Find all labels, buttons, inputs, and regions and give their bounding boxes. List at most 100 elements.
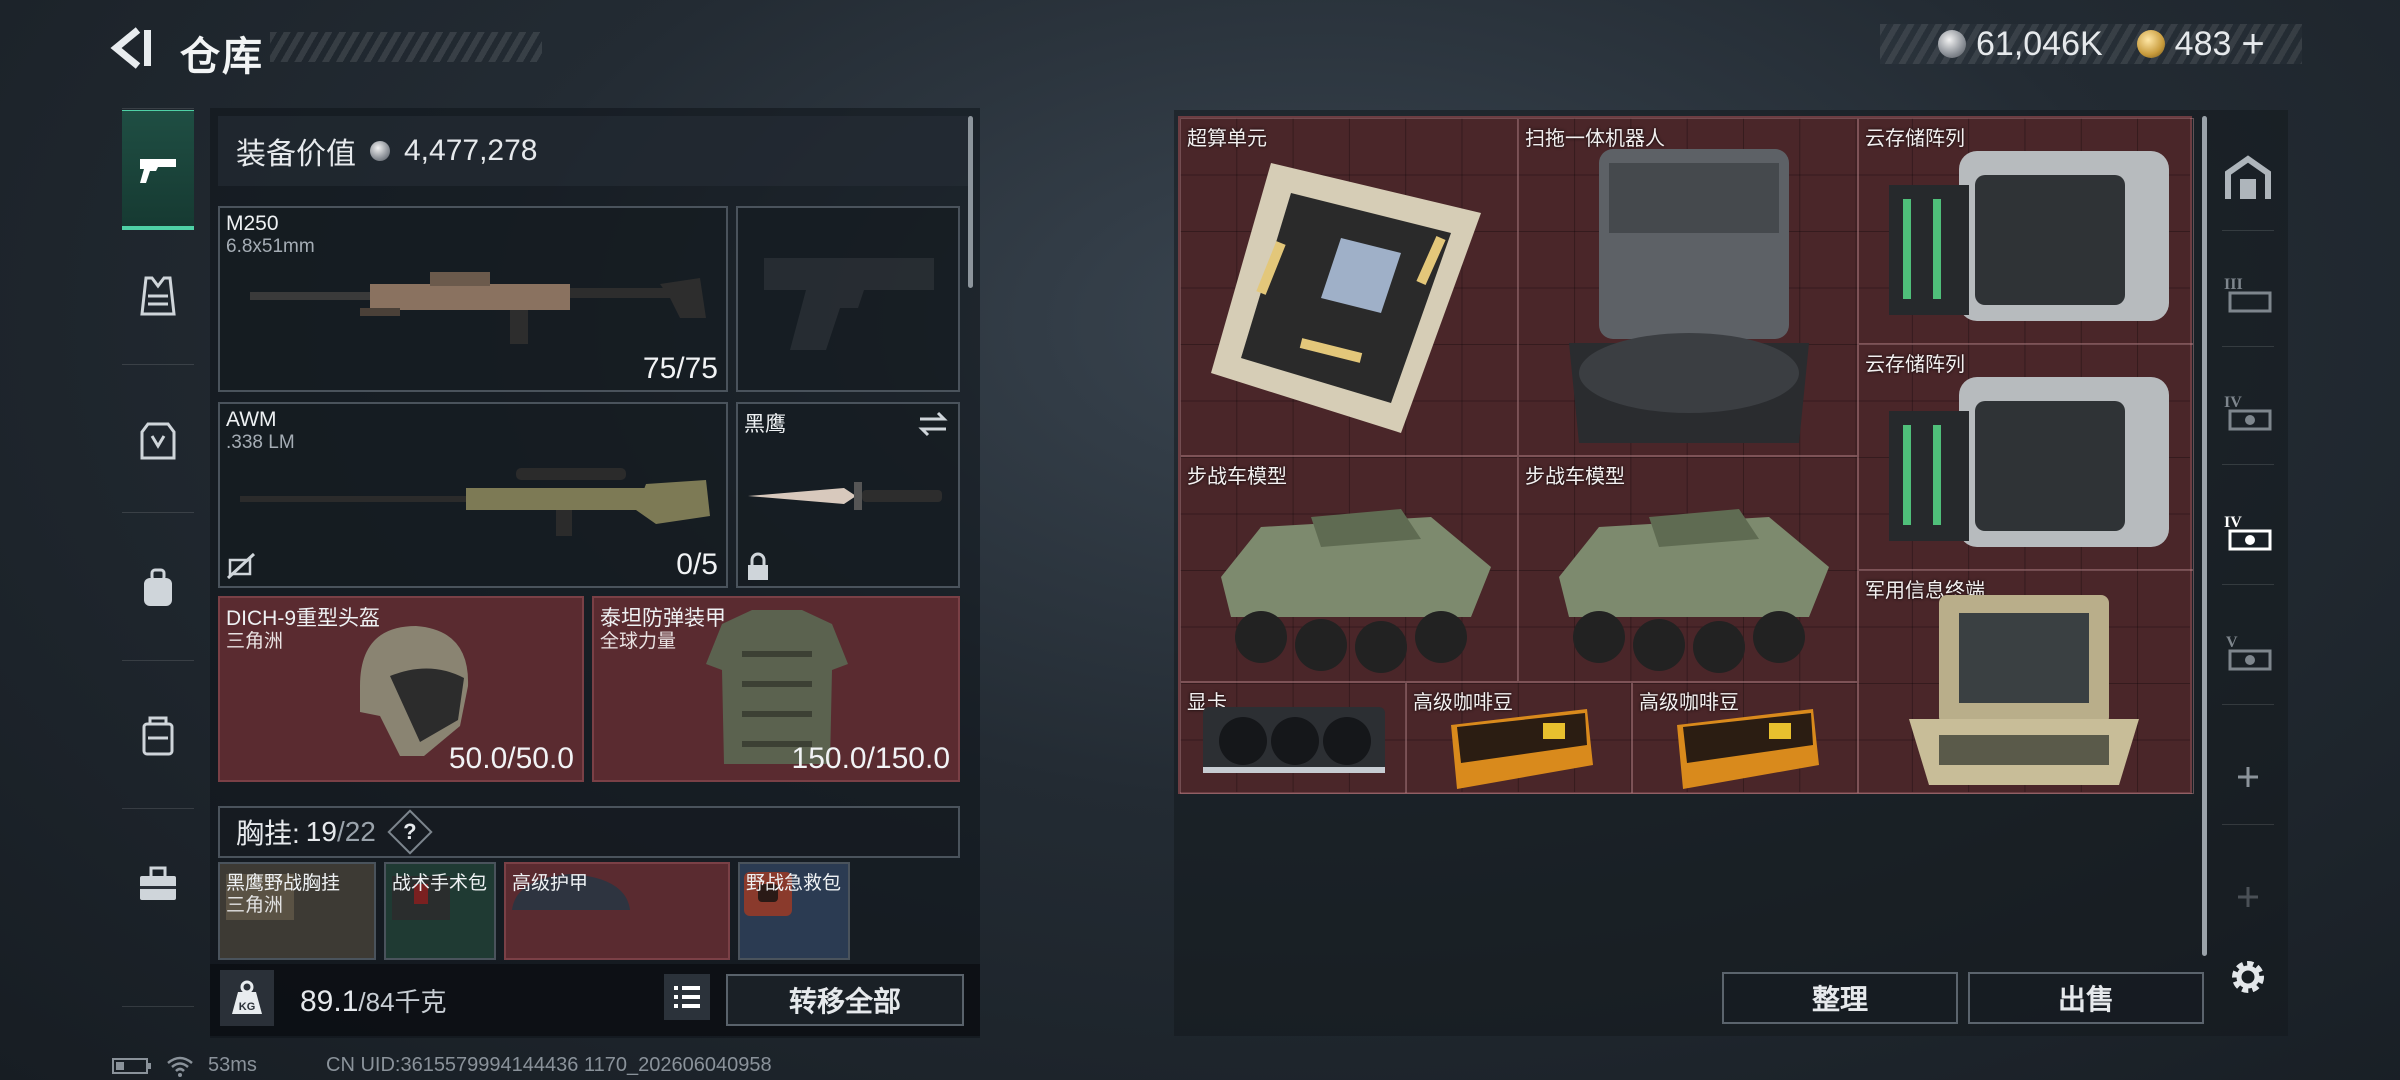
add-currency-button[interactable]: + xyxy=(2241,22,2264,67)
page-title: 仓库 xyxy=(180,35,264,79)
equipment-scrollbar[interactable] xyxy=(968,116,973,288)
svg-text:III: III xyxy=(2224,276,2243,293)
coin-icon xyxy=(1938,30,1966,58)
melee-slot[interactable]: 黑鹰 xyxy=(736,402,960,588)
battery-icon xyxy=(112,1057,151,1074)
title-decoration xyxy=(270,32,542,62)
toolbox-icon xyxy=(140,866,176,900)
carry-weight: 89.1/84千克 xyxy=(300,982,447,1019)
coffee-beans-icon xyxy=(1451,709,1593,789)
plus-icon xyxy=(2238,887,2258,907)
rig-item-name: 战术手术包 xyxy=(392,873,488,894)
category-rigs[interactable] xyxy=(122,676,194,796)
pistol-icon xyxy=(140,158,176,183)
category-toolbox[interactable] xyxy=(122,824,194,944)
list-view-button[interactable] xyxy=(664,974,710,1020)
storage-item[interactable]: 高级咖啡豆 xyxy=(1406,682,1632,794)
secondary-weapon-slot[interactable]: AWM .338 LM 0/5 xyxy=(218,402,728,588)
help-icon[interactable]: ? xyxy=(387,809,433,855)
transfer-all-button[interactable]: 转移全部 xyxy=(726,974,964,1026)
back-button[interactable] xyxy=(108,26,156,70)
equipment-value-label: 装备价值 xyxy=(236,138,356,171)
helmet-slot[interactable]: DICH-9重型头盔 三角洲 50.0/50.0 xyxy=(218,596,584,782)
chest-rig-capacity: 胸挂: 19 /22 ? xyxy=(218,806,960,858)
storage-item[interactable]: 高级咖啡豆 xyxy=(1632,682,1858,794)
equipment-value-amount: 4,477,278 xyxy=(404,134,538,167)
storage-scrollbar[interactable] xyxy=(2202,116,2207,956)
storage-level-4-icon: IV xyxy=(2224,394,2272,431)
item-name: 步战车模型 xyxy=(1525,466,1625,488)
melee-name: 黑鹰 xyxy=(744,413,786,436)
vest-icon xyxy=(140,276,176,316)
weapon-caliber: .338 LM xyxy=(226,432,295,453)
storage-level-3-icon: III xyxy=(2224,276,2272,313)
pistol-placeholder-icon xyxy=(764,258,934,350)
svg-text:IV: IV xyxy=(2224,514,2242,531)
svg-text:V: V xyxy=(2226,634,2238,651)
swap-icon[interactable] xyxy=(916,410,950,438)
rig-item[interactable]: 黑鹰野战胸挂 三角洲 xyxy=(218,862,376,960)
rig-item-name: 高级护甲 xyxy=(512,873,589,894)
weapon-caliber: 6.8x51mm xyxy=(226,236,315,257)
sell-button[interactable]: 出售 xyxy=(1968,972,2204,1024)
storage-tab-level-4[interactable]: IV xyxy=(2214,380,2282,446)
storage-item[interactable]: 军用信息终端 xyxy=(1858,570,2194,794)
storage-item[interactable]: 云存储阵列 xyxy=(1858,118,2194,344)
storage-item[interactable]: 超算单元 xyxy=(1180,118,1518,456)
storage-item[interactable]: 步战车模型 xyxy=(1180,456,1518,682)
category-armor[interactable] xyxy=(122,380,194,500)
armor-durability: 150.0/150.0 xyxy=(791,742,950,775)
storage-array-icon xyxy=(1889,377,2169,547)
armor-icon xyxy=(140,422,176,460)
sort-button[interactable]: 整理 xyxy=(1722,972,1958,1024)
backpack-icon xyxy=(144,568,172,606)
compute-board-icon xyxy=(1211,163,1481,433)
wifi-icon xyxy=(167,1056,193,1077)
svg-text:KG: KG xyxy=(239,1001,256,1013)
storage-item[interactable]: 云存储阵列 xyxy=(1858,344,2194,570)
token-icon xyxy=(2136,30,2165,58)
storage-grid: 超算单元 扫拖一体机器人 云存储阵列 云存储阵列 步战车模型 步战车模型 军用信… xyxy=(1178,116,2194,794)
storage-tab-level-3[interactable]: III xyxy=(2214,262,2282,328)
coin-balance: 61,046K xyxy=(1976,24,2103,63)
weapon-ammo: 75/75 xyxy=(642,352,718,385)
coffee-beans-icon xyxy=(1677,709,1819,789)
category-backpacks[interactable] xyxy=(122,528,194,648)
robot-vacuum-icon xyxy=(1569,149,1809,443)
primary-weapon-slot[interactable]: M250 6.8x51mm 75/75 xyxy=(218,206,728,392)
knife-icon xyxy=(748,482,942,510)
storage-tab-home[interactable] xyxy=(2214,146,2282,212)
storage-item[interactable]: 扫拖一体机器人 xyxy=(1518,118,1858,456)
storage-level-4-active-icon: IV xyxy=(2224,514,2272,551)
chest-rig-total: /22 xyxy=(336,816,376,847)
rig-item[interactable]: 战术手术包 xyxy=(384,862,496,960)
armor-slot[interactable]: 泰坦防弹装甲 全球力量 150.0/150.0 xyxy=(592,596,960,782)
rig-item[interactable]: 野战急救包 xyxy=(738,862,850,960)
rig-item[interactable]: 高级护甲 xyxy=(504,862,730,960)
helmet-faction: 三角洲 xyxy=(226,631,284,652)
add-storage-tab[interactable] xyxy=(2214,744,2282,810)
token-balance: 483 xyxy=(2174,24,2232,63)
weapon-name: AWM xyxy=(226,408,277,431)
category-weapons[interactable] xyxy=(122,110,194,230)
storage-tab-level-5[interactable]: V xyxy=(2214,620,2282,686)
storage-item[interactable]: 步战车模型 xyxy=(1518,456,1858,682)
svg-text:IV: IV xyxy=(2224,394,2242,411)
storage-tab-level-4-selected[interactable]: IV xyxy=(2214,500,2282,566)
sniper-rifle-icon xyxy=(240,468,710,536)
chest-rig-label: 胸挂: xyxy=(236,818,300,849)
sidearm-slot[interactable] xyxy=(736,206,960,392)
warehouse-icon xyxy=(2225,155,2271,199)
lock-icon xyxy=(748,552,768,580)
equipment-value: 装备价值 4,477,278 xyxy=(218,116,968,186)
no-scope-icon xyxy=(226,552,256,580)
settings-button[interactable] xyxy=(2214,944,2282,1010)
ping: 53ms xyxy=(208,1054,257,1076)
armor-faction: 全球力量 xyxy=(600,631,677,652)
user-uid: CN UID:3615579994144436 1170_20260604095… xyxy=(326,1054,772,1076)
storage-item[interactable]: 显卡 xyxy=(1180,682,1406,794)
helmet-durability: 50.0/50.0 xyxy=(448,742,574,775)
category-vests[interactable] xyxy=(122,236,194,356)
ifv-model-icon xyxy=(1559,509,1829,673)
chest-rig-used: 19 xyxy=(305,816,337,847)
